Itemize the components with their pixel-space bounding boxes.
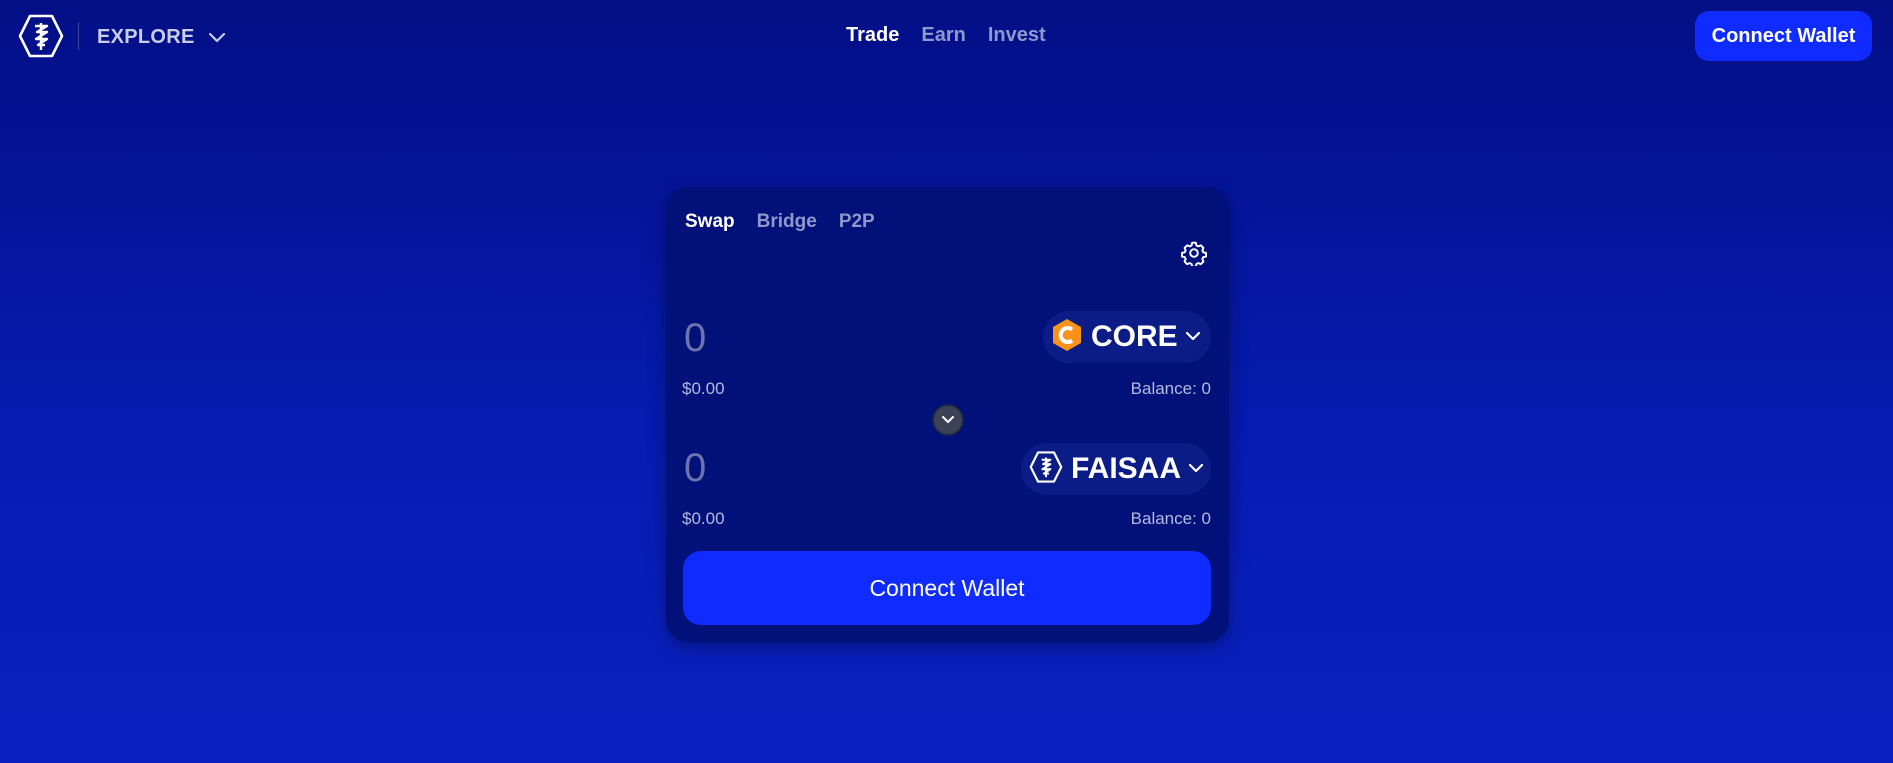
to-token-selector[interactable]: FAISAA xyxy=(1021,443,1211,495)
tab-bridge[interactable]: Bridge xyxy=(757,211,817,233)
nav-invest[interactable]: Invest xyxy=(988,24,1046,47)
swap-tabs: Swap Bridge P2P xyxy=(685,211,875,233)
chevron-down-icon xyxy=(208,26,225,49)
top-header: EXPLORE Trade Earn Invest Connect Wallet xyxy=(0,0,1893,72)
from-balance: Balance: 0 xyxy=(1130,379,1211,398)
settings-gear-icon[interactable] xyxy=(1181,240,1207,268)
explore-label: EXPLORE xyxy=(97,25,195,48)
nav-earn[interactable]: Earn xyxy=(921,24,965,47)
to-balance: Balance: 0 xyxy=(1130,509,1211,528)
explore-menu[interactable]: EXPLORE xyxy=(97,23,225,51)
swap-card: Swap Bridge P2P CORE $0.00 Balance: 0 xyxy=(666,187,1229,642)
header-connect-wallet-button[interactable]: Connect Wallet xyxy=(1695,11,1872,61)
faisaa-token-icon xyxy=(1029,450,1063,488)
chevron-down-icon xyxy=(942,411,954,429)
core-token-icon xyxy=(1051,318,1083,357)
from-token-symbol: CORE xyxy=(1091,320,1178,353)
chevron-down-icon xyxy=(1188,460,1204,478)
main-nav: Trade Earn Invest xyxy=(846,24,1046,47)
tab-p2p[interactable]: P2P xyxy=(839,211,875,233)
from-usd-value: $0.00 xyxy=(682,379,725,398)
switch-tokens-button[interactable] xyxy=(932,404,964,436)
chevron-down-icon xyxy=(1185,328,1200,346)
header-divider xyxy=(78,22,79,50)
tab-swap[interactable]: Swap xyxy=(685,211,735,233)
to-amount-input[interactable] xyxy=(682,442,926,494)
from-token-selector[interactable]: CORE xyxy=(1043,311,1211,363)
from-amount-input[interactable] xyxy=(682,312,926,364)
faisaa-logo-icon[interactable] xyxy=(18,14,64,58)
swap-connect-wallet-button[interactable]: Connect Wallet xyxy=(683,551,1211,625)
to-token-symbol: FAISAA xyxy=(1071,452,1182,485)
nav-trade[interactable]: Trade xyxy=(846,24,899,47)
to-usd-value: $0.00 xyxy=(682,509,725,528)
